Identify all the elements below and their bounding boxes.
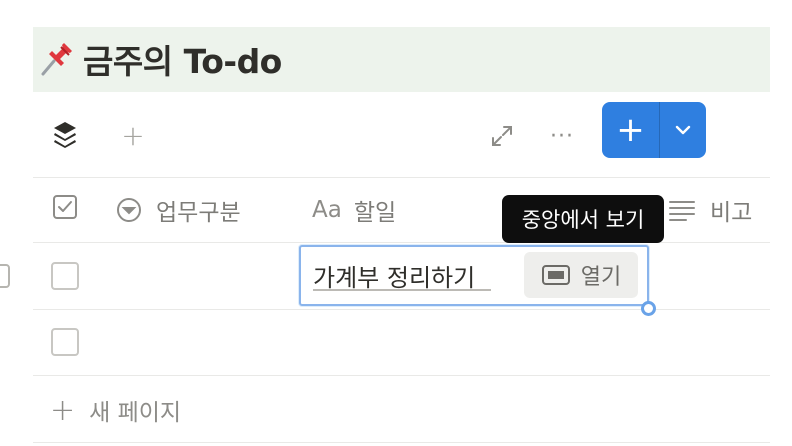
row-checkbox[interactable] — [51, 262, 79, 290]
row-divider — [33, 309, 770, 310]
page-title: 금주의 To-do — [83, 42, 282, 81]
page-title-row: 금주의 To-do — [37, 36, 282, 82]
sidebar-panel-icon — [541, 264, 571, 286]
tooltip: 중앙에서 보기 — [502, 195, 664, 243]
text-underline — [313, 289, 491, 291]
text-icon: Aa — [312, 197, 342, 223]
column-label: 비고 — [710, 200, 753, 226]
chevron-down-icon[interactable] — [660, 102, 706, 158]
task-cell-text[interactable]: 가계부 정리하기 — [313, 258, 475, 293]
column-header-notes[interactable]: 비고 — [668, 188, 752, 232]
more-options-button[interactable]: ··· — [545, 120, 579, 152]
new-page-button[interactable]: + 새 페이지 — [50, 390, 181, 430]
row-drag-handle[interactable] — [0, 264, 10, 288]
column-label: 업무구분 — [156, 200, 241, 226]
column-header-checkbox[interactable] — [52, 188, 78, 232]
checkbox-icon — [52, 194, 78, 226]
lines-icon — [668, 198, 696, 222]
open-button-label: 열기 — [580, 265, 622, 290]
row-divider — [33, 375, 770, 376]
new-page-label: 새 페이지 — [89, 400, 182, 426]
open-page-button[interactable]: 열기 — [524, 252, 638, 298]
column-label: 할일 — [353, 200, 397, 226]
column-header-task[interactable]: Aa 할일 — [312, 188, 396, 232]
pushpin-icon — [37, 39, 77, 79]
column-header-category[interactable]: 업무구분 — [116, 188, 241, 232]
resize-handle[interactable] — [641, 301, 656, 316]
expand-icon[interactable] — [486, 120, 518, 152]
add-view-button[interactable]: + — [118, 118, 148, 152]
plus-icon: + — [50, 392, 76, 428]
layers-icon[interactable] — [50, 118, 80, 152]
new-item-button-group: + — [602, 102, 706, 158]
new-item-button[interactable]: + — [602, 102, 659, 158]
select-icon — [116, 197, 142, 223]
table-bottom-border — [33, 442, 770, 443]
row-checkbox[interactable] — [51, 328, 79, 356]
table-top-border — [33, 177, 770, 178]
